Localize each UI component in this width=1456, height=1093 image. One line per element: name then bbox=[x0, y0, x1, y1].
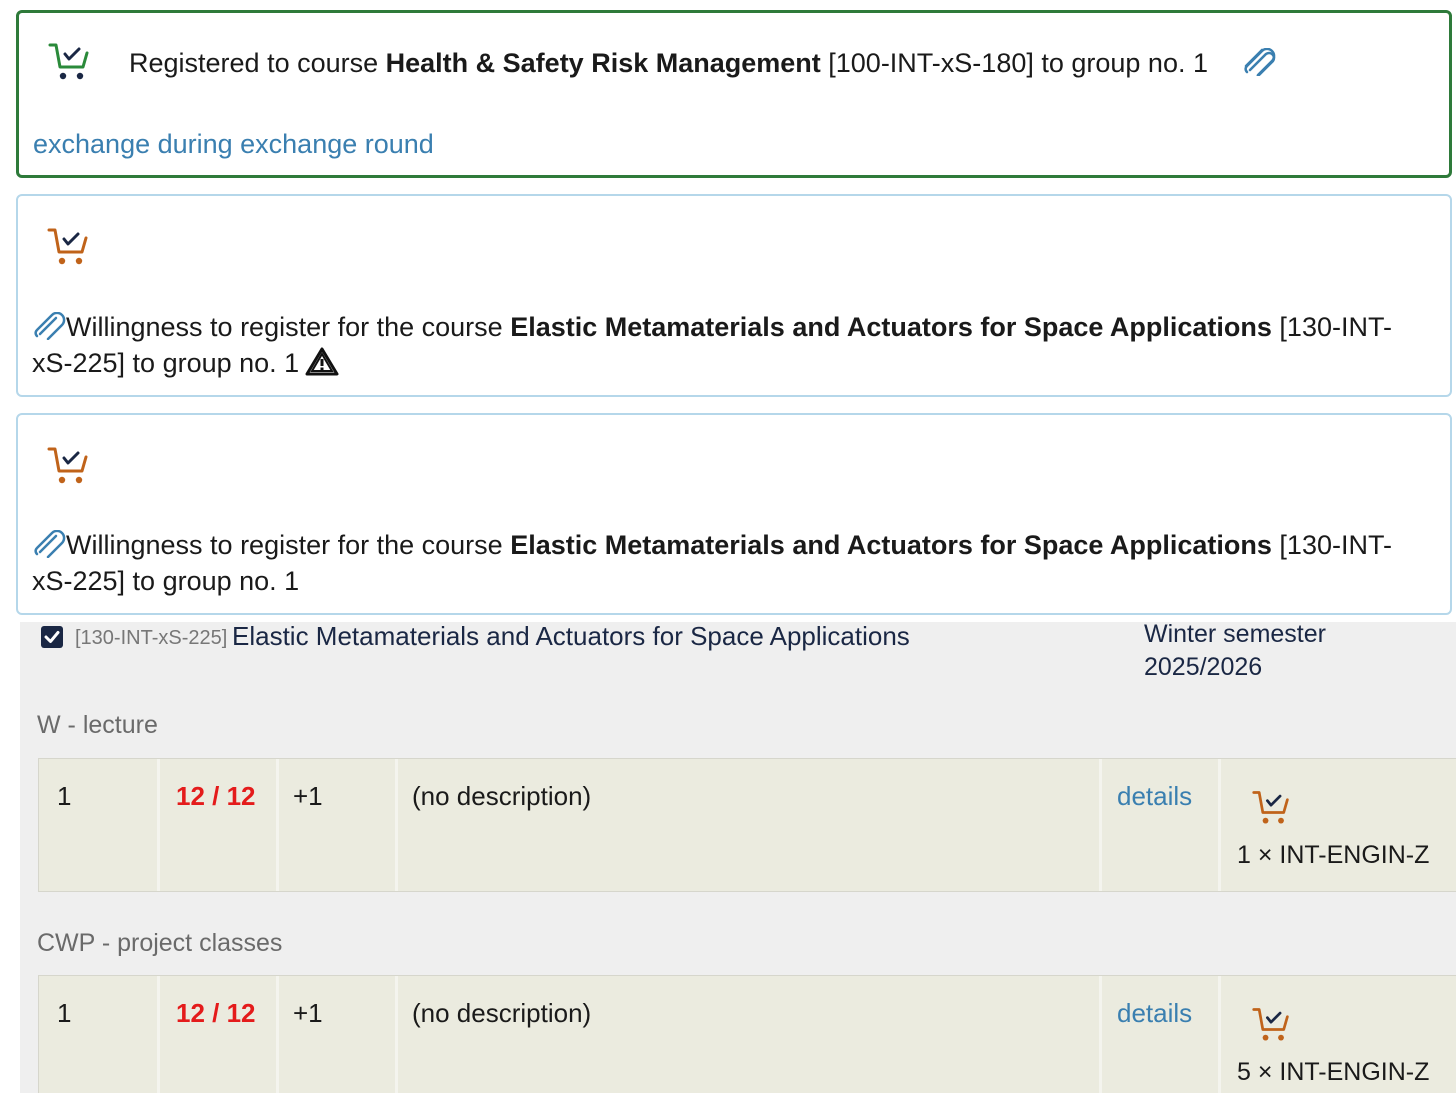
group-type-title: CWP - project classes bbox=[37, 929, 283, 957]
willingness-notice: Willingness to register for the course E… bbox=[16, 194, 1452, 397]
semester-label: Winter semester 2025/2026 bbox=[1144, 622, 1326, 681]
extra-cell: +1 bbox=[279, 759, 398, 891]
details-cell: details bbox=[1102, 976, 1221, 1093]
group-number-cell: 1 bbox=[39, 759, 160, 891]
paperclip-icon[interactable] bbox=[32, 312, 66, 340]
group-number-cell: 1 bbox=[39, 976, 160, 1093]
registration-notice: Registered to course Health & Safety Ris… bbox=[16, 10, 1452, 178]
extra-cell: +1 bbox=[279, 976, 398, 1093]
course-checkbox[interactable] bbox=[41, 626, 63, 648]
cart-check-icon[interactable] bbox=[1251, 1004, 1291, 1044]
capacity-cell: 12 / 12 bbox=[160, 976, 279, 1093]
details-cell: details bbox=[1102, 759, 1221, 891]
course-panel: [130-INT-xS-225] Elastic Metamaterials a… bbox=[20, 622, 1456, 1093]
registration-text: Registered to course Health & Safety Ris… bbox=[129, 45, 1276, 81]
course-name: Health & Safety Risk Management bbox=[385, 48, 821, 78]
package-label: 1 × INT-ENGIN-Z bbox=[1237, 841, 1430, 869]
description-cell: (no description) bbox=[398, 976, 1102, 1093]
register-cell: 1 × INT-ENGIN-Z bbox=[1221, 759, 1456, 891]
details-link[interactable]: details bbox=[1117, 779, 1192, 813]
paperclip-icon[interactable] bbox=[1242, 48, 1276, 76]
cart-check-icon bbox=[46, 443, 90, 487]
table-row: 1 12 / 12 +1 (no description) details 1 … bbox=[38, 758, 1456, 892]
course-name: Elastic Metamaterials and Actuators for … bbox=[510, 530, 1272, 560]
willingness-text: Willingness to register for the course E… bbox=[32, 530, 1392, 596]
course-name: Elastic Metamaterials and Actuators for … bbox=[510, 312, 1272, 342]
details-link[interactable]: details bbox=[1117, 996, 1192, 1030]
warning-icon bbox=[305, 346, 339, 385]
register-cell: 5 × INT-ENGIN-Z bbox=[1221, 976, 1456, 1093]
willingness-notice: Willingness to register for the course E… bbox=[16, 413, 1452, 615]
course-code: [130-INT-xS-225] bbox=[75, 627, 228, 649]
capacity-cell: 12 / 12 bbox=[160, 759, 279, 891]
paperclip-icon[interactable] bbox=[32, 530, 66, 558]
table-row: 1 12 / 12 +1 (no description) details 5 … bbox=[38, 975, 1456, 1093]
group-type-title: W - lecture bbox=[37, 711, 158, 739]
course-title[interactable]: Elastic Metamaterials and Actuators for … bbox=[232, 622, 910, 652]
description-cell: (no description) bbox=[398, 759, 1102, 891]
cart-check-icon[interactable] bbox=[1251, 787, 1291, 827]
cart-check-icon bbox=[46, 224, 90, 268]
exchange-round-link[interactable]: exchange during exchange round bbox=[33, 126, 434, 162]
cart-check-icon bbox=[47, 39, 91, 83]
package-label: 5 × INT-ENGIN-Z bbox=[1237, 1058, 1430, 1086]
willingness-text: Willingness to register for the course E… bbox=[32, 309, 1432, 385]
